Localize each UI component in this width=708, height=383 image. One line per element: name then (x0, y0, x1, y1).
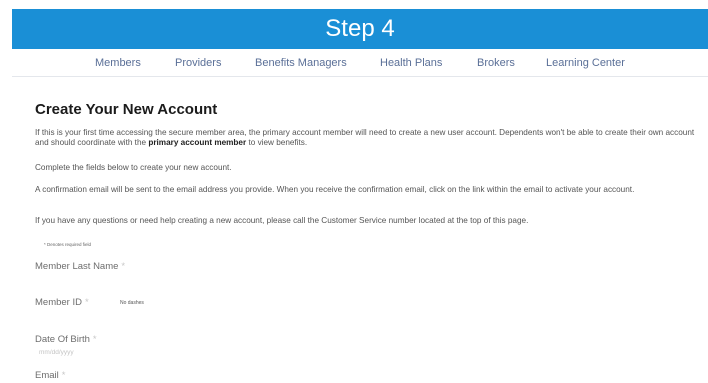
page-title: Create Your New Account (35, 101, 218, 118)
required-star: * (121, 261, 126, 272)
nav-item-health-plans[interactable]: Health Plans (380, 57, 442, 69)
nav-item-members[interactable]: Members (95, 57, 141, 69)
nav-item-providers[interactable]: Providers (175, 57, 221, 69)
primary-member-emphasis: primary account member (148, 138, 247, 147)
member-id-hint: No dashes (120, 300, 144, 306)
confirmation-text: A confirmation email will be sent to the… (35, 185, 635, 194)
required-field-note: * Denotes required field (44, 242, 92, 247)
top-nav: Members Providers Benefits Managers Heal… (0, 57, 708, 71)
member-id-field[interactable]: Member ID * (35, 297, 89, 308)
member-id-label: Member ID (35, 297, 82, 308)
nav-item-brokers[interactable]: Brokers (477, 57, 515, 69)
step-banner: Step 4 (12, 9, 708, 49)
dob-label: Date Of Birth (35, 334, 90, 345)
required-star: * (92, 334, 97, 345)
intro-paragraph: If this is your first time accessing the… (35, 128, 703, 148)
nav-item-learning-center[interactable]: Learning Center (546, 57, 625, 69)
create-account-page: Step 4 Members Providers Benefits Manage… (0, 0, 708, 383)
nav-item-benefits-managers[interactable]: Benefits Managers (255, 57, 347, 69)
last-name-label: Member Last Name (35, 261, 119, 272)
dob-format-hint: mm/dd/yyyy (39, 349, 74, 356)
nav-divider (12, 76, 708, 77)
intro-text: If this is your first time accessing the… (35, 128, 695, 147)
complete-fields-text: Complete the fields below to create your… (35, 163, 232, 172)
email-field[interactable]: Email * (35, 370, 65, 381)
intro-text-end: to view benefits. (246, 138, 308, 147)
dob-field[interactable]: Date Of Birth * (35, 334, 97, 345)
required-star: * (84, 297, 89, 308)
email-label: Email (35, 370, 59, 381)
required-star: * (61, 370, 66, 381)
last-name-field[interactable]: Member Last Name * (35, 261, 125, 272)
help-text: If you have any questions or need help c… (35, 216, 529, 225)
